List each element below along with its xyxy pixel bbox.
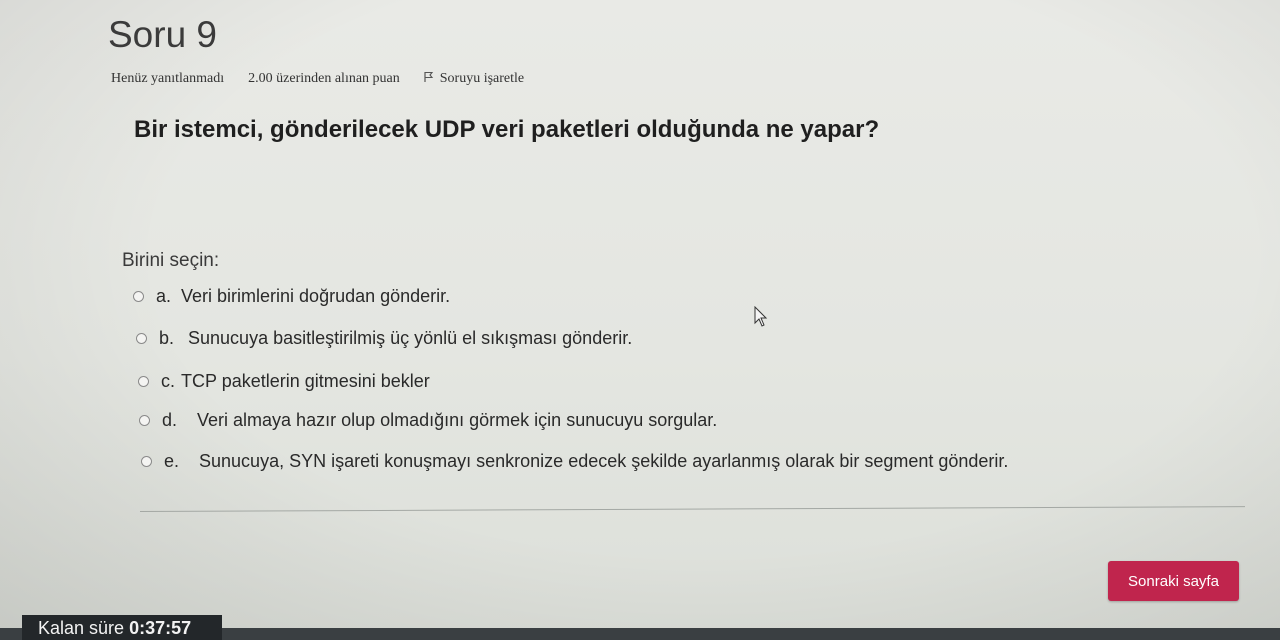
- flag-icon: [424, 71, 434, 87]
- radio-button[interactable]: [138, 376, 149, 387]
- radio-button[interactable]: [139, 415, 150, 426]
- screen-vignette: [0, 0, 1280, 640]
- answer-letter: c.: [161, 371, 176, 391]
- radio-button[interactable]: [136, 333, 147, 344]
- answer-letter: a.: [156, 286, 172, 306]
- question-number-title: Soru 9: [108, 14, 218, 55]
- next-page-button[interactable]: Sonraki sayfa: [1108, 561, 1239, 601]
- answer-letter: d.: [162, 410, 178, 430]
- answer-text: Veri birimlerini doğrudan gönderir.: [181, 286, 451, 306]
- mouse-cursor-icon: [754, 305, 768, 328]
- time-remaining-label: Kalan süre: [38, 618, 125, 638]
- answer-status: Henüz yanıtlanmadı: [111, 71, 225, 86]
- question-text: Bir istemci, gönderilecek UDP veri paket…: [134, 116, 880, 143]
- answer-text: Sunucuya basitleştirilmiş üç yönlü el sı…: [188, 328, 633, 348]
- answer-option-d[interactable]: d. Veri almaya hazır olup olmadığını gör…: [139, 410, 717, 431]
- flag-question-link[interactable]: Soruyu işaretle: [424, 71, 524, 87]
- time-remaining-value: 0:37:57: [129, 618, 192, 638]
- answer-text: TCP paketlerin gitmesini bekler: [181, 371, 430, 391]
- time-remaining-box: Kalan süre 0:37:57: [22, 615, 222, 640]
- answer-option-c[interactable]: c. TCP paketlerin gitmesini bekler: [138, 371, 430, 392]
- radio-button[interactable]: [141, 456, 152, 467]
- flag-question-label: Soruyu işaretle: [439, 71, 525, 86]
- choose-one-prompt: Birini seçin:: [122, 250, 220, 271]
- question-info: Henüz yanıtlanmadı 2.00 üzerinden alınan…: [111, 71, 524, 87]
- answer-letter: e.: [164, 451, 180, 471]
- answer-text: Veri almaya hazır olup olmadığını görmek…: [197, 410, 718, 430]
- answer-text: Sunucuya, SYN işareti konuşmayı senkroni…: [199, 451, 1009, 471]
- radio-button[interactable]: [133, 291, 144, 302]
- answer-option-b[interactable]: b. Sunucuya basitleştirilmiş üç yönlü el…: [136, 328, 632, 349]
- answer-letter: b.: [159, 328, 175, 348]
- answer-option-a[interactable]: a. Veri birimlerini doğrudan gönderir.: [133, 286, 450, 307]
- section-divider: [139, 506, 1245, 512]
- question-grade: 2.00 üzerinden alınan puan: [248, 71, 400, 86]
- answer-option-e[interactable]: e. Sunucuya, SYN işareti konuşmayı senkr…: [141, 451, 1008, 472]
